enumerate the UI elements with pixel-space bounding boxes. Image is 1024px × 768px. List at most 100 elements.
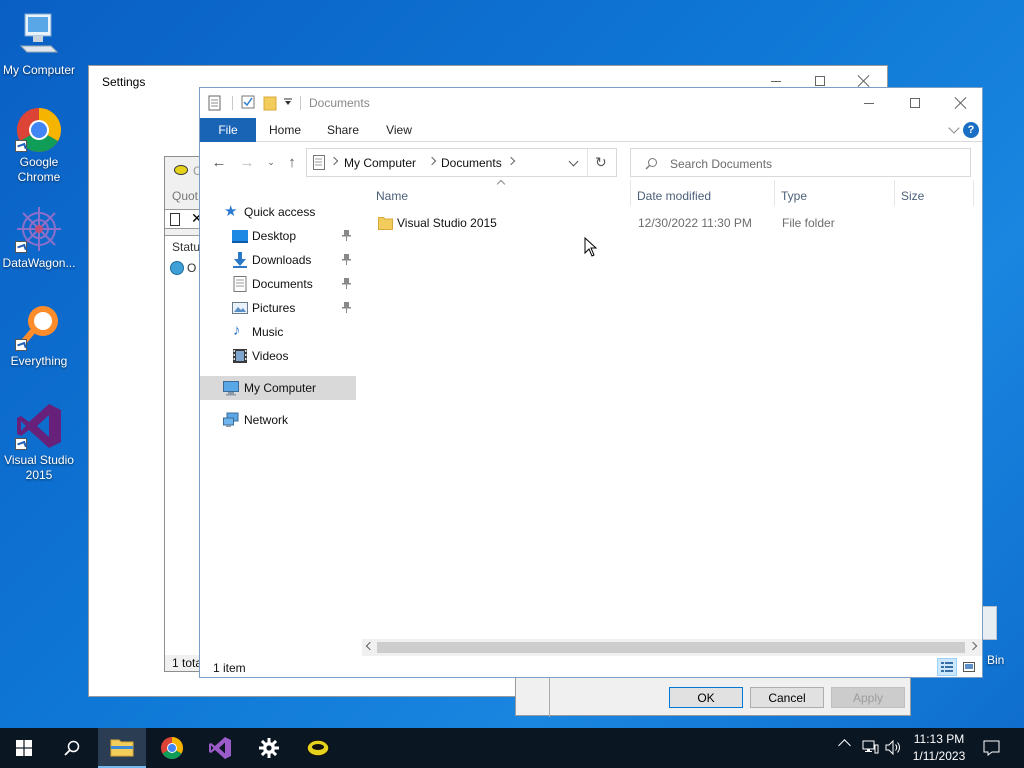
large-icons-view-button[interactable] bbox=[959, 658, 979, 676]
checkmark-icon[interactable] bbox=[241, 95, 255, 109]
search-box[interactable]: Search Documents bbox=[630, 148, 971, 177]
info-icon bbox=[170, 261, 184, 275]
column-header-name[interactable]: Name bbox=[376, 189, 408, 203]
details-view-button[interactable] bbox=[937, 658, 957, 676]
desktop-icon-google-chrome[interactable]: Google Chrome bbox=[0, 104, 78, 185]
file-row[interactable]: Visual Studio 2015 12/30/2022 11:30 PM F… bbox=[372, 212, 972, 234]
search-button[interactable] bbox=[48, 728, 96, 768]
title-bar: Documents bbox=[200, 88, 982, 118]
divider bbox=[300, 96, 301, 110]
nav-network[interactable]: Network bbox=[200, 408, 356, 432]
shortcut-arrow-icon bbox=[15, 438, 27, 450]
close-button[interactable] bbox=[938, 88, 984, 118]
pin-icon[interactable] bbox=[342, 278, 351, 289]
taskbar-settings[interactable] bbox=[245, 728, 293, 768]
cancel-button[interactable]: Cancel bbox=[750, 687, 824, 708]
breadcrumb-separator-icon[interactable] bbox=[506, 156, 516, 166]
mouse-cursor-icon bbox=[584, 237, 598, 257]
address-bar[interactable]: My Computer Documents ↻ bbox=[306, 148, 617, 177]
document-icon bbox=[233, 276, 247, 292]
expand-ribbon-chevron-icon[interactable] bbox=[948, 122, 960, 134]
help-button[interactable]: ? bbox=[963, 122, 979, 138]
status-label: Statu bbox=[172, 240, 201, 254]
breadcrumb-documents[interactable]: Documents bbox=[441, 156, 502, 170]
breadcrumb-separator-icon[interactable] bbox=[427, 156, 437, 166]
new-folder-icon[interactable] bbox=[263, 95, 277, 111]
coin-icon bbox=[306, 739, 330, 757]
nav-documents[interactable]: Documents bbox=[200, 272, 356, 296]
show-hidden-icons-chevron-icon[interactable] bbox=[838, 739, 851, 752]
tab-home[interactable]: Home bbox=[260, 118, 310, 142]
navigation-bar: ← → ⌄ ↑ My Computer Documents ↻ Search D… bbox=[200, 144, 982, 180]
desktop-icon-label: My Computer bbox=[2, 63, 76, 77]
taskbar-visual-studio[interactable] bbox=[196, 728, 244, 768]
search-input[interactable]: Search Documents bbox=[670, 157, 772, 171]
ok-button[interactable]: OK bbox=[669, 687, 743, 708]
file-explorer-window[interactable]: Documents File Home Share View ? ← → ⌄ ↑… bbox=[199, 87, 983, 678]
breadcrumb-my-computer[interactable]: My Computer bbox=[344, 156, 416, 170]
apply-button[interactable]: Apply bbox=[831, 687, 905, 708]
nav-music[interactable]: ♪ Music bbox=[200, 320, 356, 344]
up-button[interactable]: ↑ bbox=[281, 151, 303, 173]
maximize-button[interactable] bbox=[892, 88, 938, 118]
star-icon: ★ bbox=[224, 203, 238, 220]
desktop-icon-my-computer[interactable]: My Computer bbox=[0, 12, 78, 78]
refresh-icon[interactable]: ↻ bbox=[595, 154, 607, 171]
tab-view[interactable]: View bbox=[374, 118, 424, 142]
recent-locations-button[interactable]: ⌄ bbox=[260, 151, 282, 173]
scroll-right-icon[interactable] bbox=[968, 641, 978, 651]
start-button[interactable] bbox=[0, 728, 48, 768]
scrollbar-thumb[interactable] bbox=[377, 642, 965, 653]
coin-icon bbox=[174, 165, 188, 175]
nav-quick-access[interactable]: ★ Quick access bbox=[200, 200, 356, 224]
scroll-left-icon[interactable] bbox=[365, 641, 375, 651]
search-icon bbox=[64, 740, 80, 756]
magnifier-icon bbox=[15, 303, 63, 351]
large-icons-view-icon bbox=[963, 662, 975, 672]
divider bbox=[774, 180, 775, 206]
network-icon[interactable] bbox=[862, 740, 879, 755]
nav-pictures[interactable]: Pictures bbox=[200, 296, 356, 320]
new-file-icon[interactable] bbox=[170, 213, 180, 226]
pin-icon[interactable] bbox=[342, 302, 351, 313]
forward-button[interactable]: → bbox=[236, 151, 258, 173]
column-header-date-modified[interactable]: Date modified bbox=[637, 189, 711, 203]
maximize-icon bbox=[815, 76, 825, 86]
notifications-icon[interactable] bbox=[983, 740, 1000, 756]
clock-date[interactable]: 1/11/2023 bbox=[906, 749, 972, 763]
volume-icon[interactable] bbox=[885, 740, 902, 755]
nav-my-computer[interactable]: My Computer bbox=[200, 376, 356, 400]
pin-icon[interactable] bbox=[342, 230, 351, 241]
file-list[interactable]: Name Date modified Type Size Visual Stud… bbox=[362, 179, 982, 650]
horizontal-scrollbar[interactable] bbox=[362, 639, 982, 656]
pin-icon[interactable] bbox=[342, 254, 351, 265]
divider bbox=[232, 96, 233, 110]
divider bbox=[630, 180, 631, 206]
column-header-type[interactable]: Type bbox=[781, 189, 807, 203]
desktop-icon-everything[interactable]: Everything bbox=[0, 303, 78, 369]
button-bar: OK Cancel Apply bbox=[515, 676, 911, 717]
desktop-icon-visual-studio[interactable]: Visual Studio 2015 bbox=[0, 402, 78, 483]
address-dropdown-icon[interactable] bbox=[568, 156, 579, 167]
taskbar-file-explorer[interactable] bbox=[98, 728, 146, 768]
tab-file[interactable]: File bbox=[200, 118, 256, 142]
item-count: 1 item bbox=[213, 661, 246, 675]
back-button[interactable]: ← bbox=[208, 151, 230, 173]
properties-icon[interactable] bbox=[208, 95, 222, 111]
download-arrow-icon bbox=[233, 252, 247, 268]
column-header-size[interactable]: Size bbox=[901, 189, 924, 203]
nav-videos[interactable]: Videos bbox=[200, 344, 356, 368]
file-name: Visual Studio 2015 bbox=[397, 216, 497, 230]
breadcrumb-separator-icon[interactable] bbox=[329, 156, 339, 166]
taskbar-app-coin[interactable] bbox=[294, 728, 342, 768]
tab-share[interactable]: Share bbox=[318, 118, 368, 142]
nav-desktop[interactable]: Desktop bbox=[200, 224, 356, 248]
desktop-icon-datawagon[interactable]: DataWagon... bbox=[0, 205, 78, 271]
customize-dropdown-icon[interactable] bbox=[284, 98, 292, 106]
minimize-button[interactable] bbox=[846, 88, 892, 118]
nav-downloads[interactable]: Downloads bbox=[200, 248, 356, 272]
shortcut-arrow-icon bbox=[15, 140, 27, 152]
clock-time[interactable]: 11:13 PM bbox=[906, 732, 972, 746]
taskbar-chrome[interactable] bbox=[148, 728, 196, 768]
folder-icon bbox=[110, 739, 134, 757]
